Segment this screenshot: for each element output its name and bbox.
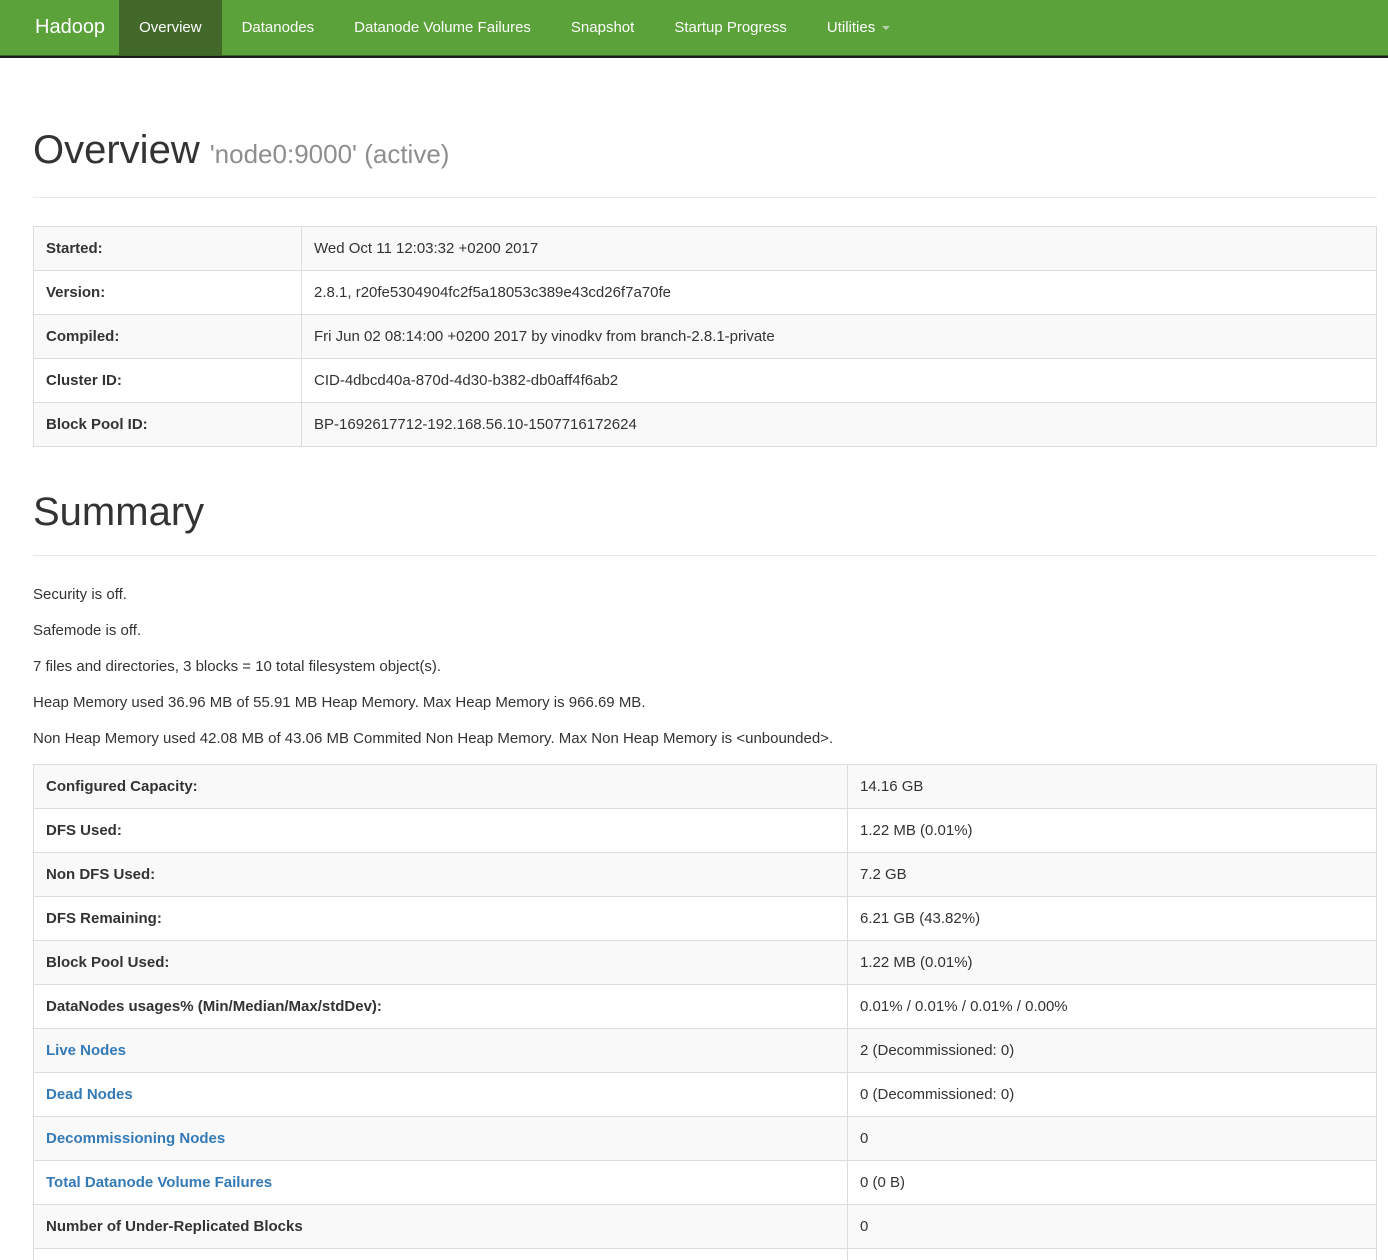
row-label: Cluster ID: bbox=[34, 359, 302, 403]
navbar-menu: Overview Datanodes Datanode Volume Failure… bbox=[119, 0, 910, 55]
nav-item-snapshot[interactable]: Snapshot bbox=[551, 0, 654, 55]
summary-table: Configured Capacity:14.16 GBDFS Used:1.2… bbox=[33, 764, 1377, 1260]
row-value: 1.22 MB (0.01%) bbox=[848, 941, 1377, 985]
table-row: Version:2.8.1, r20fe5304904fc2f5a18053c3… bbox=[34, 271, 1377, 315]
table-row: Block Pool Used:1.22 MB (0.01%) bbox=[34, 941, 1377, 985]
page-title: Overview 'node0:9000' (active) bbox=[33, 128, 1377, 176]
nav-item-label: Utilities bbox=[827, 19, 875, 36]
row-value: CID-4dbcd40a-870d-4d30-b382-db0aff4f6ab2 bbox=[302, 359, 1377, 403]
row-label: Number of Under-Replicated Blocks bbox=[34, 1205, 848, 1249]
top-navbar: Hadoop Overview Datanodes Datanode Volume … bbox=[0, 0, 1388, 56]
summary-heading: Summary bbox=[33, 490, 1377, 534]
row-value: 1.22 MB (0.01%) bbox=[848, 809, 1377, 853]
row-value: 0 bbox=[848, 1249, 1377, 1260]
main-content: Overview 'node0:9000' (active) Started:We… bbox=[33, 128, 1377, 1260]
row-label: Total Datanode Volume Failures bbox=[34, 1161, 848, 1205]
nav-item-label: Overview bbox=[139, 19, 202, 36]
navbar-bottom-border bbox=[0, 56, 1388, 58]
nav-item-utilities[interactable]: Utilities bbox=[807, 0, 910, 55]
row-label: DFS Used: bbox=[34, 809, 848, 853]
row-value: 6.21 GB (43.82%) bbox=[848, 897, 1377, 941]
nav-item-datanodes[interactable]: Datanodes bbox=[222, 0, 335, 55]
row-label: Version: bbox=[34, 271, 302, 315]
row-label: Number of Blocks Pending Deletion bbox=[34, 1249, 848, 1260]
row-value: 2 (Decommissioned: 0) bbox=[848, 1029, 1377, 1073]
decommissioning-nodes-link[interactable]: Decommissioning Nodes bbox=[46, 1130, 225, 1147]
table-row: Dead Nodes 0 (Decommissioned: 0) bbox=[34, 1073, 1377, 1117]
table-row: DFS Used:1.22 MB (0.01%) bbox=[34, 809, 1377, 853]
overview-info-table: Started:Wed Oct 11 12:03:32 +0200 2017Ve… bbox=[33, 226, 1377, 447]
summary-paragraph: Safemode is off. bbox=[33, 620, 1377, 641]
divider bbox=[33, 197, 1377, 198]
table-row: Number of Under-Replicated Blocks0 bbox=[34, 1205, 1377, 1249]
table-row: Total Datanode Volume Failures 0 (0 B) bbox=[34, 1161, 1377, 1205]
nav-item-startup-progress[interactable]: Startup Progress bbox=[654, 0, 807, 55]
row-label: Configured Capacity: bbox=[34, 765, 848, 809]
page-title-subtitle: 'node0:9000' (active) bbox=[210, 139, 450, 169]
row-value: 0 (0 B) bbox=[848, 1161, 1377, 1205]
summary-paragraphs: Security is off. Safemode is off. 7 files … bbox=[33, 584, 1377, 749]
total-datanode-volume-failures-link[interactable]: Total Datanode Volume Failures bbox=[46, 1174, 272, 1191]
nav-item-label: Datanodes bbox=[242, 19, 315, 36]
dead-nodes-link[interactable]: Dead Nodes bbox=[46, 1086, 133, 1103]
table-row: DataNodes usages% (Min/Median/Max/stdDev… bbox=[34, 985, 1377, 1029]
nav-item-overview[interactable]: Overview bbox=[119, 0, 222, 55]
chevron-down-icon bbox=[882, 26, 890, 30]
row-label: Live Nodes bbox=[34, 1029, 848, 1073]
row-value: 14.16 GB bbox=[848, 765, 1377, 809]
row-label: Dead Nodes bbox=[34, 1073, 848, 1117]
row-value: Wed Oct 11 12:03:32 +0200 2017 bbox=[302, 227, 1377, 271]
nav-item-label: Snapshot bbox=[571, 19, 634, 36]
summary-paragraph: Non Heap Memory used 42.08 MB of 43.06 M… bbox=[33, 728, 1377, 749]
summary-paragraph: Security is off. bbox=[33, 584, 1377, 605]
live-nodes-link[interactable]: Live Nodes bbox=[46, 1042, 126, 1059]
divider bbox=[33, 555, 1377, 556]
table-row: Number of Blocks Pending Deletion0 bbox=[34, 1249, 1377, 1260]
row-label: Block Pool ID: bbox=[34, 403, 302, 447]
nav-item-datanode-volume-failures[interactable]: Datanode Volume Failures bbox=[334, 0, 551, 55]
table-row: Compiled:Fri Jun 02 08:14:00 +0200 2017 … bbox=[34, 315, 1377, 359]
table-row: Live Nodes 2 (Decommissioned: 0) bbox=[34, 1029, 1377, 1073]
page-title-text: Overview bbox=[33, 128, 200, 172]
table-row: Started:Wed Oct 11 12:03:32 +0200 2017 bbox=[34, 227, 1377, 271]
table-row: Configured Capacity:14.16 GB bbox=[34, 765, 1377, 809]
row-value: Fri Jun 02 08:14:00 +0200 2017 by vinodk… bbox=[302, 315, 1377, 359]
row-label: Compiled: bbox=[34, 315, 302, 359]
table-row: Block Pool ID:BP-1692617712-192.168.56.1… bbox=[34, 403, 1377, 447]
table-row: Decommissioning Nodes 0 bbox=[34, 1117, 1377, 1161]
summary-paragraph: Heap Memory used 36.96 MB of 55.91 MB He… bbox=[33, 692, 1377, 713]
summary-paragraph: 7 files and directories, 3 blocks = 10 t… bbox=[33, 656, 1377, 677]
table-row: Non DFS Used:7.2 GB bbox=[34, 853, 1377, 897]
row-label: Started: bbox=[34, 227, 302, 271]
row-value: 0.01% / 0.01% / 0.01% / 0.00% bbox=[848, 985, 1377, 1029]
row-value: 2.8.1, r20fe5304904fc2f5a18053c389e43cd2… bbox=[302, 271, 1377, 315]
nav-item-label: Startup Progress bbox=[674, 19, 787, 36]
brand-hadoop[interactable]: Hadoop bbox=[0, 0, 119, 55]
row-value: 7.2 GB bbox=[848, 853, 1377, 897]
row-value: 0 bbox=[848, 1117, 1377, 1161]
row-value: 0 bbox=[848, 1205, 1377, 1249]
table-row: Cluster ID:CID-4dbcd40a-870d-4d30-b382-d… bbox=[34, 359, 1377, 403]
row-value: 0 (Decommissioned: 0) bbox=[848, 1073, 1377, 1117]
table-row: DFS Remaining:6.21 GB (43.82%) bbox=[34, 897, 1377, 941]
nav-item-label: Datanode Volume Failures bbox=[354, 19, 531, 36]
row-value: BP-1692617712-192.168.56.10-150771617262… bbox=[302, 403, 1377, 447]
row-label: DFS Remaining: bbox=[34, 897, 848, 941]
row-label: DataNodes usages% (Min/Median/Max/stdDev… bbox=[34, 985, 848, 1029]
row-label: Non DFS Used: bbox=[34, 853, 848, 897]
row-label: Block Pool Used: bbox=[34, 941, 848, 985]
row-label: Decommissioning Nodes bbox=[34, 1117, 848, 1161]
